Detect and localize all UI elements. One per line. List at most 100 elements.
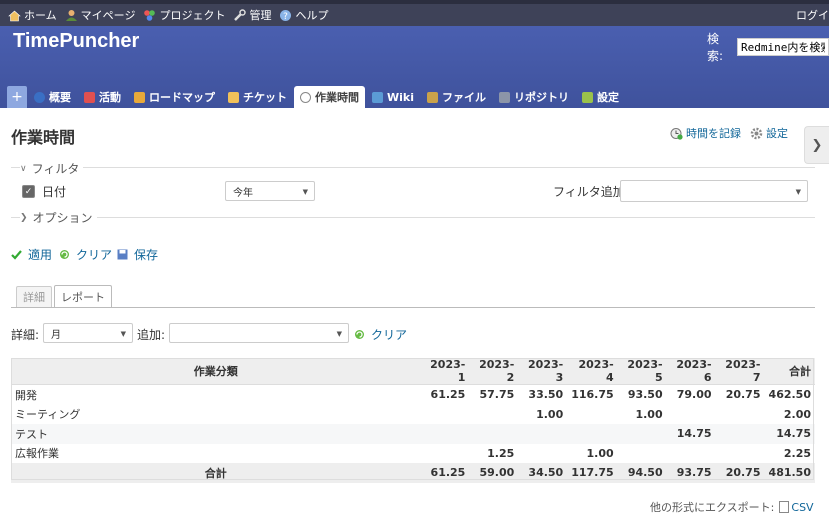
hours-cell: 61.25: [430, 388, 466, 402]
settings-link[interactable]: 設定: [750, 125, 788, 141]
wrench-icon: [233, 8, 247, 22]
criteria-clear-button[interactable]: クリア: [354, 326, 407, 343]
top-menu-help[interactable]: ? ヘルプ: [279, 7, 328, 23]
log-time-link[interactable]: 時間を記録: [670, 125, 741, 141]
activity-icon: [84, 91, 95, 103]
hours-cell: 116.75: [571, 388, 614, 402]
column-header-activity: 作業分類: [11, 358, 421, 385]
add-filter-label: フィルタ追加: [553, 185, 625, 199]
tabs-baseline: [11, 307, 815, 308]
row-total-cell: 462.50: [768, 388, 811, 402]
roadmap-icon: [134, 91, 145, 103]
tab-time-entries[interactable]: 作業時間: [294, 86, 365, 108]
info-icon: [34, 91, 45, 103]
hours-cell: [567, 405, 617, 425]
tab-activity[interactable]: 活動: [78, 86, 127, 108]
hours-cell: [618, 444, 667, 464]
apply-button[interactable]: 適用: [11, 246, 52, 263]
help-icon: ?: [279, 9, 292, 22]
top-menu-mypage[interactable]: マイページ: [65, 7, 135, 23]
content: ❯ 作業時間 時間を記録 設定 ∨ フィルタ ✓ 日付 今年 ▼ フィルタ追加 …: [0, 108, 829, 530]
hours-cell: [716, 444, 765, 464]
top-menu-projects[interactable]: プロジェクト: [143, 7, 225, 23]
hours-cell: [469, 405, 518, 425]
column-header-month: 2023-7: [715, 358, 765, 385]
top-menu-admin[interactable]: 管理: [233, 7, 271, 23]
detail-label: 詳細:: [11, 328, 40, 342]
hours-cell: 1.00: [536, 407, 564, 421]
search-label: 検索:: [707, 32, 724, 63]
export-csv-link[interactable]: CSV: [791, 501, 813, 514]
tab-details[interactable]: 詳細: [16, 286, 52, 307]
dropdown-arrow-icon: ▼: [302, 188, 308, 196]
total-cell: 117.75: [567, 463, 618, 483]
tab-wiki[interactable]: Wiki: [366, 86, 420, 108]
sidebar-toggle[interactable]: ❯: [804, 126, 829, 164]
gear-icon: [750, 127, 763, 140]
options-divider: [11, 217, 815, 218]
filter-legend[interactable]: ∨ フィルタ: [20, 160, 84, 177]
add-criteria-select[interactable]: ▼: [169, 323, 349, 343]
column-header-total: 合計: [764, 358, 815, 385]
filter-date-checkbox[interactable]: ✓: [22, 185, 35, 198]
top-menu: ホーム マイページ プロジェクト 管理 ? ヘルプ ログイ: [0, 0, 829, 26]
add-filter-select[interactable]: ▼: [620, 180, 808, 202]
filter-date-operator[interactable]: 今年 ▼: [225, 181, 315, 201]
clock-icon: [300, 91, 311, 103]
export-formats: 他の形式にエクスポート: CSV: [650, 499, 814, 515]
clock-add-icon: [670, 127, 683, 140]
chevron-down-icon: ∨: [20, 163, 27, 174]
export-label: 他の形式にエクスポート:: [650, 501, 775, 514]
search-input[interactable]: [737, 38, 829, 56]
hours-cell: [667, 405, 716, 425]
projects-icon: [143, 9, 156, 22]
detail-select[interactable]: 月 ▼: [43, 323, 133, 343]
hours-cell: 33.50: [528, 388, 564, 402]
table-total-row: 合計 61.25 59.00 34.50 117.75 94.50 93.75 …: [11, 463, 815, 483]
svg-text:?: ?: [284, 12, 289, 22]
hours-cell: 93.50: [627, 388, 663, 402]
csv-file-icon: [779, 501, 790, 513]
add-criteria-label: 追加:: [137, 328, 166, 342]
column-header-month: 2023-1: [420, 358, 470, 385]
new-object-button[interactable]: +: [7, 86, 27, 108]
user-icon: [65, 9, 78, 22]
tab-files[interactable]: ファイル: [421, 86, 492, 108]
tab-repository[interactable]: リポジトリ: [493, 86, 575, 108]
clear-button[interactable]: クリア: [59, 246, 112, 263]
login-link[interactable]: ログイ: [796, 7, 829, 23]
column-header-month: 2023-6: [666, 358, 716, 385]
options-legend[interactable]: ❯ オプション: [20, 209, 97, 226]
tab-report[interactable]: レポート: [54, 285, 112, 307]
top-menu-home[interactable]: ホーム: [8, 7, 57, 23]
dropdown-arrow-icon: ▼: [795, 188, 801, 196]
hours-cell: 79.00: [676, 388, 712, 402]
hours-cell: 1.00: [635, 407, 663, 421]
settings-icon: [582, 91, 593, 103]
activity-name: 開発: [15, 388, 37, 402]
hours-cell: [420, 444, 469, 464]
wiki-icon: [372, 91, 383, 103]
row-total-cell: 14.75: [764, 424, 815, 444]
hours-cell: 14.75: [666, 424, 716, 444]
total-cell: 93.75: [666, 463, 716, 483]
hours-cell: [667, 444, 716, 464]
total-cell: 20.75: [715, 463, 765, 483]
save-button[interactable]: 保存: [117, 246, 158, 263]
tab-issues[interactable]: チケット: [222, 86, 293, 108]
activity-name: テスト: [11, 424, 421, 444]
total-label: 合計: [11, 463, 421, 483]
grand-total-cell: 481.50: [764, 463, 815, 483]
column-header-month: 2023-2: [469, 358, 519, 385]
tab-overview[interactable]: 概要: [28, 86, 77, 108]
total-cell: 59.00: [469, 463, 519, 483]
hours-cell: 57.75: [479, 388, 515, 402]
hours-cell: 1.25: [487, 446, 515, 460]
project-title[interactable]: TimePuncher: [13, 30, 139, 53]
column-header-month: 2023-3: [518, 358, 568, 385]
tab-roadmap[interactable]: ロードマップ: [128, 86, 221, 108]
hours-cell: [716, 405, 765, 425]
dropdown-arrow-icon: ▼: [120, 330, 126, 338]
hours-cell: [617, 424, 667, 444]
tab-settings[interactable]: 設定: [576, 86, 625, 108]
